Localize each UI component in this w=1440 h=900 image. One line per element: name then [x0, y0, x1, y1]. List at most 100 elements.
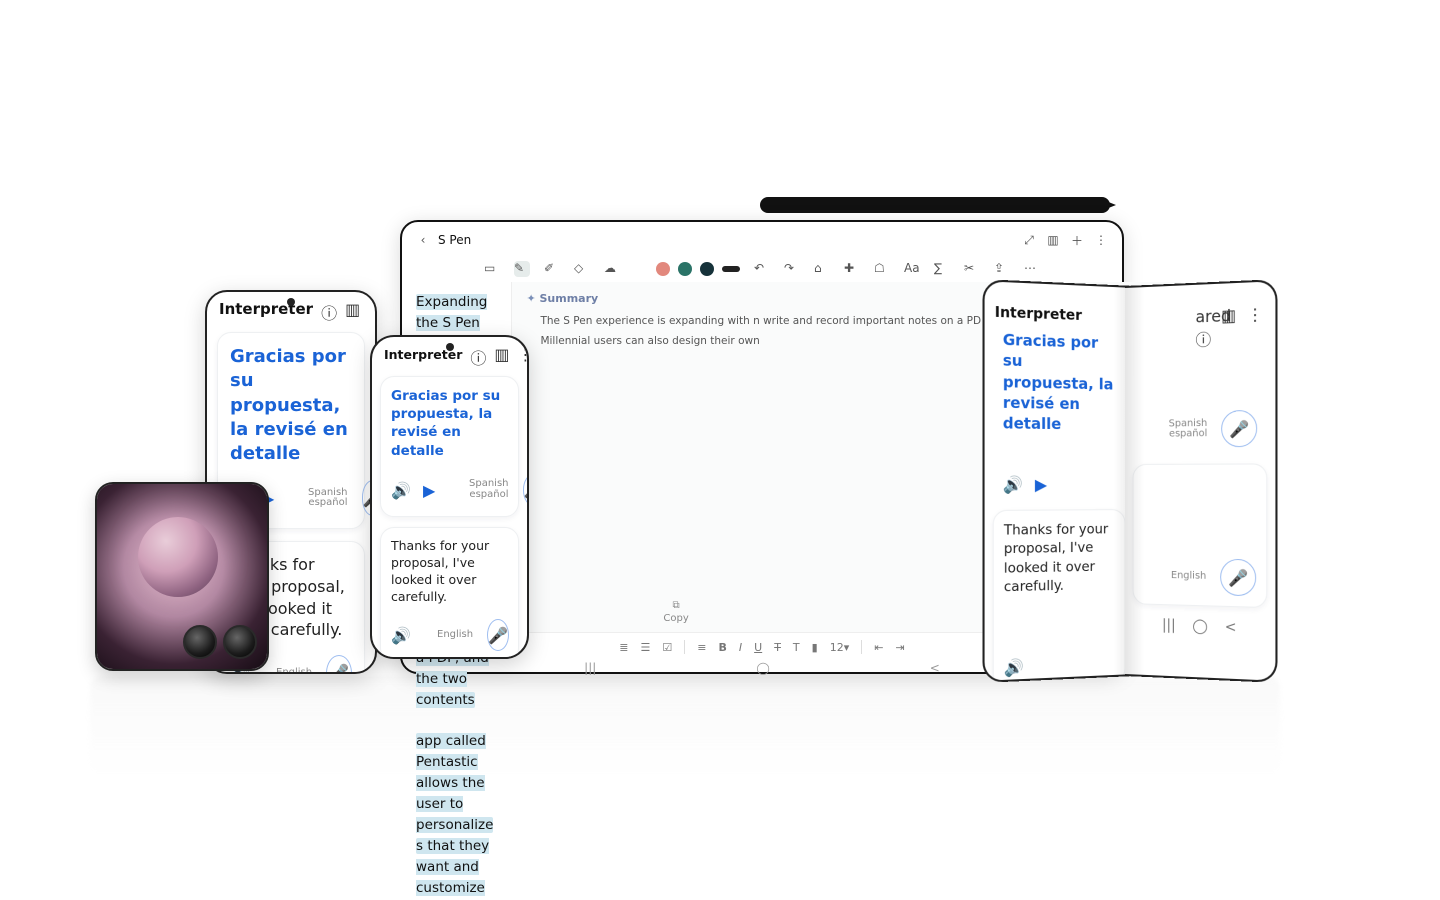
- list-number-icon[interactable]: ☰: [641, 641, 651, 654]
- translation-target-card: Thanks for your proposal, I've looked it…: [993, 509, 1126, 683]
- mic-button[interactable]: 🎤: [523, 474, 530, 506]
- source-language-selector[interactable]: Spanish español: [308, 488, 348, 509]
- flip-phone-cover: [95, 482, 269, 671]
- eraser-tool-icon[interactable]: ◇: [574, 261, 590, 277]
- source-text: Gracias por su propuesta, la revisé en d…: [1003, 329, 1116, 435]
- nav-back-icon[interactable]: <: [930, 661, 940, 675]
- doc-line: s that they want and customize the UX. A…: [416, 838, 489, 900]
- mic-button[interactable]: 🎤: [326, 655, 352, 674]
- undo-icon[interactable]: ↶: [754, 261, 770, 277]
- select-tool-icon[interactable]: ▭: [484, 261, 500, 277]
- camera-lens-icon: [223, 625, 257, 659]
- fold-right-screen: ared ⓘ ▥ ⋮ Spanish español 🎤 English: [1125, 279, 1277, 683]
- translation-target-card: Thanks for your proposal, I've looked it…: [380, 527, 519, 659]
- nav-home-icon[interactable]: ◯: [1192, 618, 1207, 635]
- back-chevron-icon[interactable]: ‹: [414, 231, 432, 249]
- target-language-selector[interactable]: English: [1171, 571, 1206, 582]
- color-swatch-2[interactable]: [678, 262, 692, 276]
- strike-icon[interactable]: T: [774, 641, 781, 654]
- attach-icon[interactable]: ⌂: [814, 261, 830, 277]
- translation-source-card-right: Spanish español 🎤: [1133, 337, 1268, 458]
- pen-tool-icon[interactable]: ✎: [514, 261, 530, 277]
- expand-icon[interactable]: ⤢: [1020, 231, 1038, 249]
- indent-dec-icon[interactable]: ⇤: [874, 641, 883, 654]
- bold-icon[interactable]: B: [718, 641, 726, 654]
- color-palette: [656, 262, 740, 276]
- more-vert-icon[interactable]: ⋮: [368, 300, 377, 318]
- camera-notch: [446, 343, 454, 351]
- align-icon[interactable]: ≡: [697, 641, 706, 654]
- nav-home-icon[interactable]: ◯: [756, 661, 769, 675]
- mic-button[interactable]: 🎤: [487, 619, 509, 651]
- export-icon[interactable]: ⇪: [994, 261, 1010, 277]
- phone-small: Interpreter ⓘ ▥ ⋮ Gracias por su propues…: [370, 335, 529, 659]
- target-text: Thanks for your proposal, I've looked it…: [1004, 520, 1115, 596]
- source-language-selector[interactable]: Spanish español: [1169, 418, 1208, 440]
- fold-device: Interpreter Gracias por su propuesta, la…: [980, 286, 1280, 676]
- copy-icon: ⧉: [673, 600, 680, 611]
- more-vert-icon[interactable]: ⋮: [1247, 304, 1265, 323]
- info-icon[interactable]: ⓘ: [470, 345, 486, 363]
- fontsize-value[interactable]: 12▾: [830, 641, 850, 654]
- reflection-gradient: [90, 676, 1280, 776]
- options-icon[interactable]: ⋯: [1024, 261, 1040, 277]
- stamp-icon[interactable]: ☖: [874, 261, 890, 277]
- speaker-icon[interactable]: 🔊: [391, 626, 409, 644]
- source-text: Gracias por su propuesta, la revisé en d…: [230, 345, 352, 466]
- list-bullet-icon[interactable]: ≣: [619, 641, 628, 654]
- layout-toggle-icon[interactable]: ▥: [494, 345, 509, 363]
- stroke-width-icon[interactable]: [722, 266, 740, 272]
- camera-notch: [287, 298, 295, 306]
- layout-toggle-icon[interactable]: ▥: [1221, 305, 1239, 324]
- mic-button[interactable]: 🎤: [1220, 559, 1256, 597]
- add-icon[interactable]: ＋: [1068, 231, 1086, 249]
- insert-icon[interactable]: ✚: [844, 261, 860, 277]
- s-pen-stylus: [760, 197, 1110, 213]
- tablet-pen-toolbar: ▭ ✎ ✐ ◇ ☁ ↶ ↷ ⌂ ✚ ☖ Aa ∑ ✂ ⇪ ⋯: [402, 256, 1122, 282]
- more-vert-icon[interactable]: ⋮: [1092, 231, 1110, 249]
- flip-camera-module: [183, 625, 257, 659]
- shape-tool-icon[interactable]: ☁: [604, 261, 620, 277]
- fold-left-screen: Interpreter Gracias por su propuesta, la…: [983, 279, 1135, 683]
- target-language-selector[interactable]: English: [437, 630, 473, 641]
- color-swatch-3[interactable]: [700, 262, 714, 276]
- info-icon[interactable]: ⓘ: [321, 300, 337, 318]
- source-text: Gracias por su propuesta, la revisé en d…: [391, 387, 508, 460]
- clip-icon[interactable]: ✂: [964, 261, 980, 277]
- speaker-icon[interactable]: 🔊: [391, 481, 409, 499]
- highlighter-tool-icon[interactable]: ✐: [544, 261, 560, 277]
- tablet-header: ‹ S Pen ⤢ ▥ ＋ ⋮: [402, 222, 1122, 256]
- nav-recent-icon[interactable]: |||: [1162, 617, 1176, 634]
- source-language-selector[interactable]: Spanish español: [469, 479, 509, 500]
- list-check-icon[interactable]: ☑: [662, 641, 672, 654]
- layout-toggle-icon[interactable]: ▥: [345, 300, 360, 318]
- underline-icon[interactable]: U: [754, 641, 762, 654]
- play-icon[interactable]: ▶: [423, 481, 441, 499]
- redo-icon[interactable]: ↷: [784, 261, 800, 277]
- target-language-selector[interactable]: English: [276, 668, 312, 674]
- app-title: Interpreter: [219, 300, 313, 318]
- panel-icon[interactable]: ▥: [1044, 231, 1062, 249]
- camera-lens-icon: [183, 625, 217, 659]
- app-title: Interpreter: [995, 304, 1124, 325]
- info-icon[interactable]: ared ⓘ: [1195, 306, 1213, 325]
- play-icon[interactable]: ▶: [1035, 475, 1053, 493]
- nav-back-icon[interactable]: <: [1225, 619, 1237, 636]
- color-swatch-1[interactable]: [656, 262, 670, 276]
- translation-target-card-right: English 🎤: [1133, 463, 1268, 608]
- speaker-icon[interactable]: 🔊: [1004, 658, 1022, 677]
- summary-copy-button[interactable]: ⧉Copy: [663, 600, 688, 624]
- nav-recent-icon[interactable]: |||: [584, 661, 596, 675]
- mic-button[interactable]: 🎤: [1221, 410, 1257, 447]
- indent-inc-icon[interactable]: ⇥: [895, 641, 904, 654]
- math-icon[interactable]: ∑: [934, 261, 950, 277]
- format-icon[interactable]: Aa: [904, 261, 920, 277]
- textcolor-icon[interactable]: T: [793, 641, 800, 654]
- speaker-icon[interactable]: 🔊: [1003, 475, 1021, 494]
- flip-wallpaper-orb: [138, 517, 218, 597]
- highlightcolor-icon[interactable]: ▮: [812, 641, 818, 654]
- translation-source-card: Gracias por su propuesta, la revisé en d…: [380, 376, 519, 517]
- fold-system-nav: ||| ◯ <: [1125, 610, 1275, 643]
- tablet-title: S Pen: [438, 233, 471, 247]
- italic-icon[interactable]: I: [739, 641, 742, 654]
